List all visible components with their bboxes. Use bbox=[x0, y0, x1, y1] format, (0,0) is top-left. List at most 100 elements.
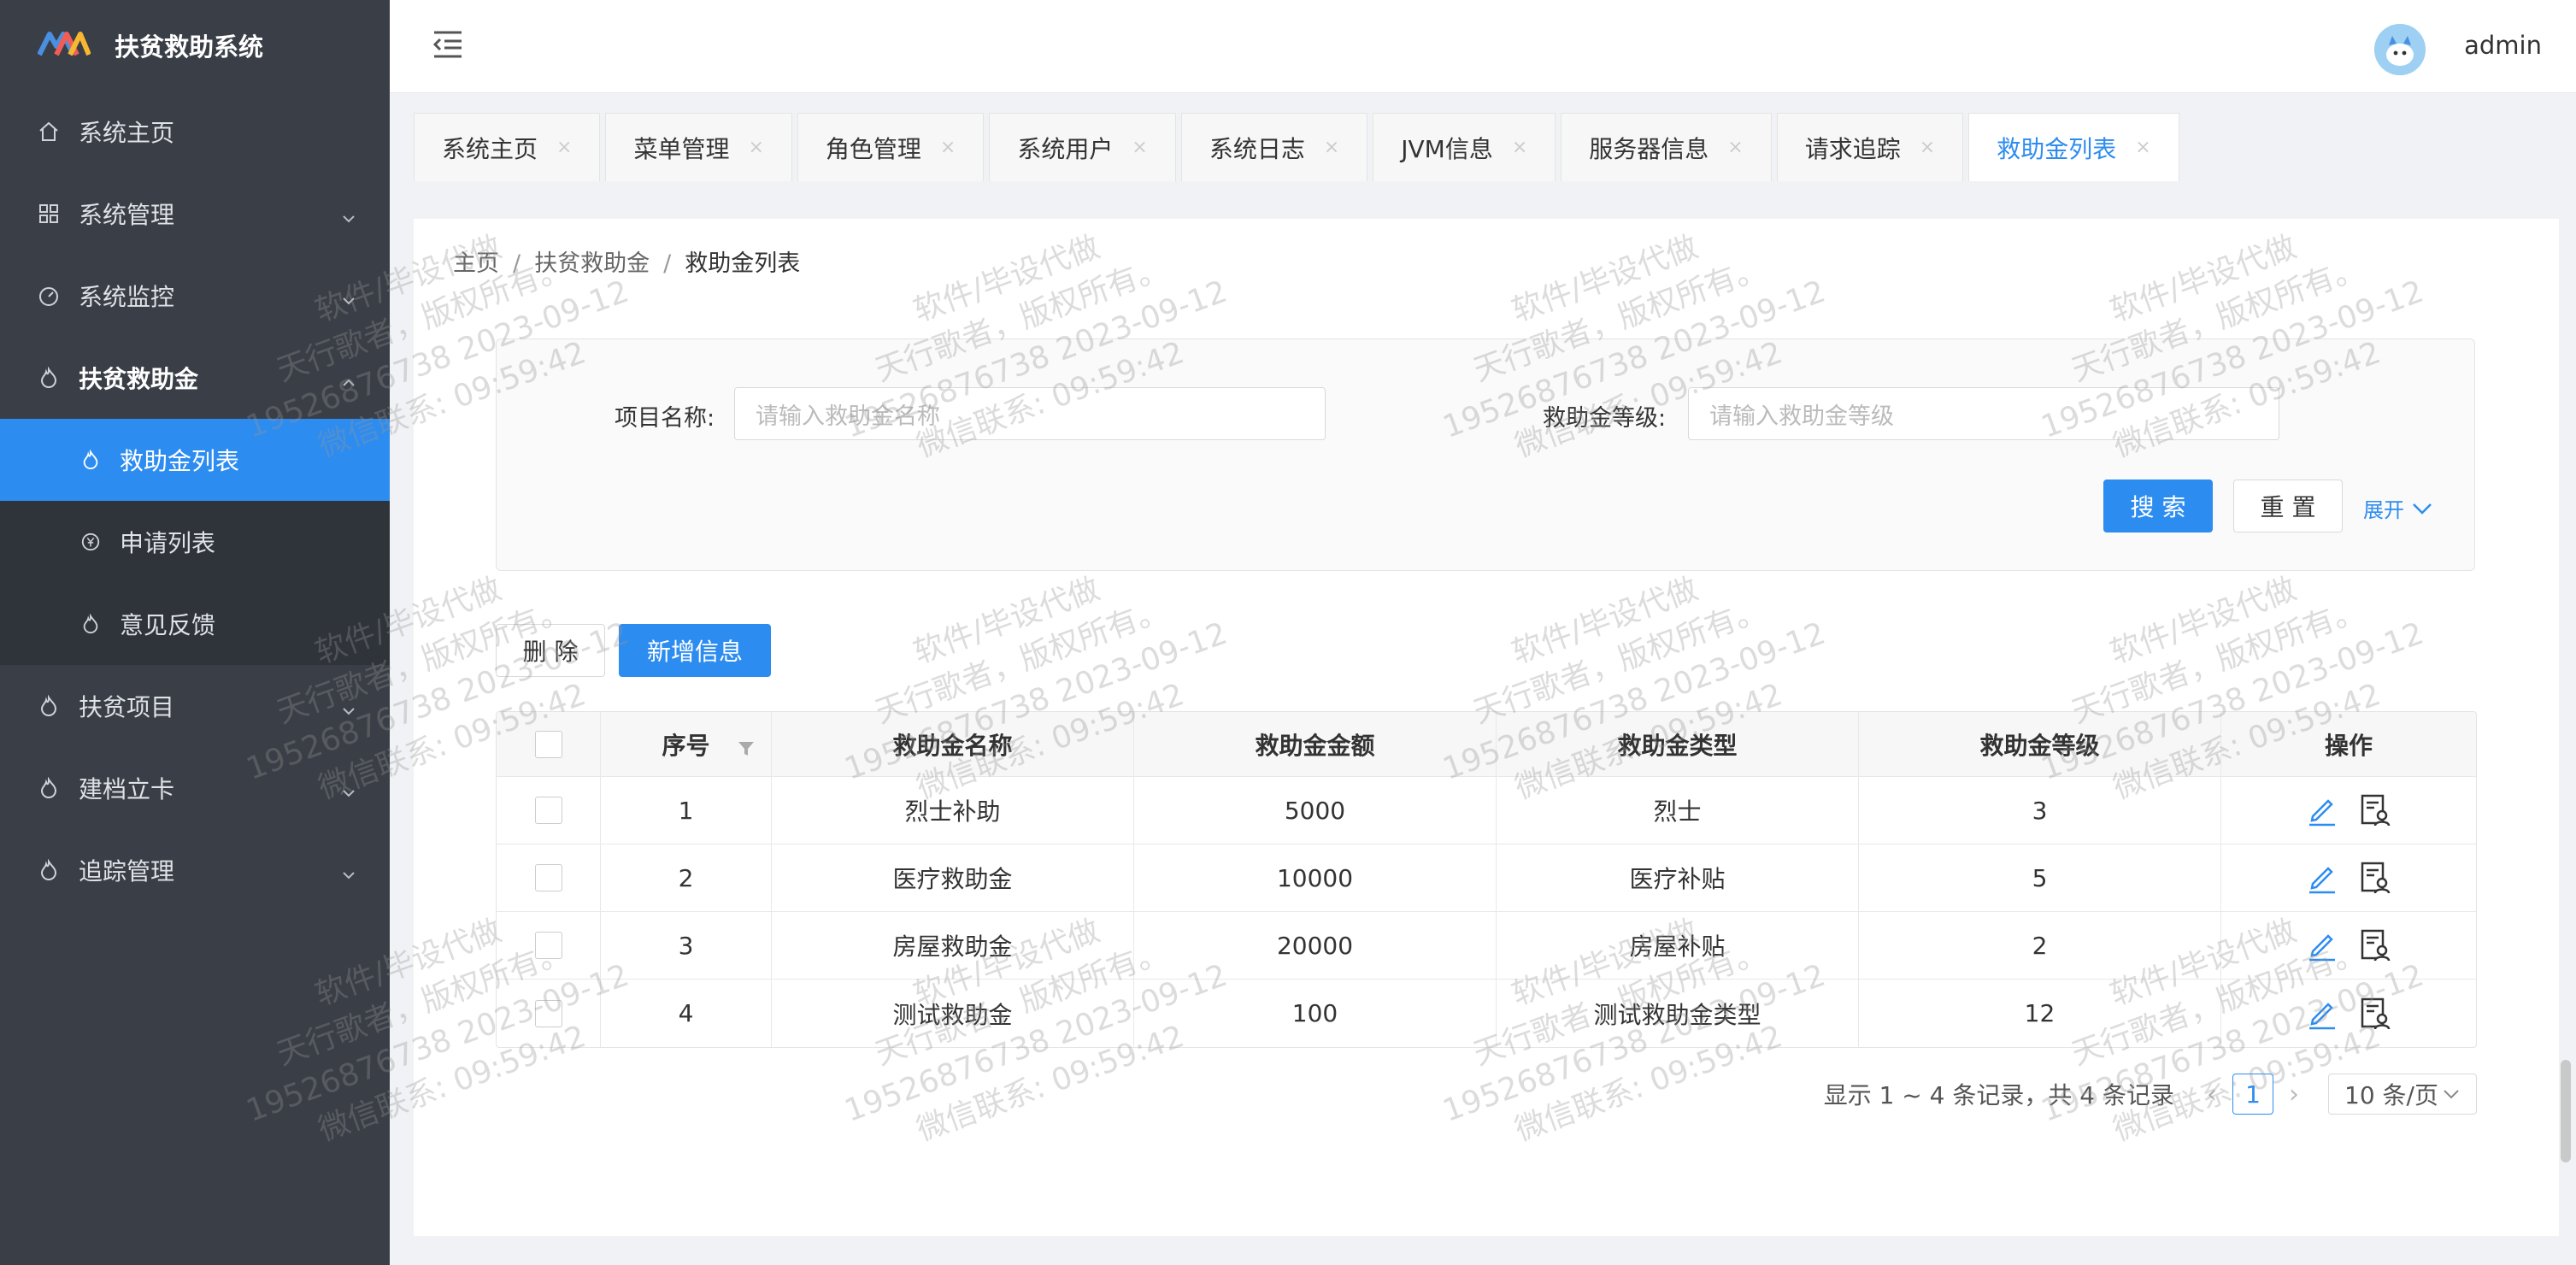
sidebar-item-feedback[interactable]: 意见反馈 bbox=[0, 583, 390, 665]
breadcrumb-separator: / bbox=[663, 250, 672, 277]
sidebar-item-label: 意见反馈 bbox=[120, 611, 216, 639]
sidebar-item-poverty-projects[interactable]: 扶贫项目 bbox=[0, 665, 390, 747]
sidebar-item-fund-list[interactable]: 救助金列表 bbox=[0, 419, 390, 501]
tab-server-info[interactable]: 服务器信息 × bbox=[1561, 113, 1772, 181]
edit-icon[interactable] bbox=[2304, 927, 2340, 963]
row-checkbox[interactable] bbox=[534, 797, 562, 824]
close-icon[interactable]: × bbox=[940, 137, 956, 158]
detail-icon[interactable] bbox=[2357, 792, 2393, 828]
flame-icon bbox=[36, 693, 62, 719]
sidebar-item-system-management[interactable]: 系统管理 bbox=[0, 173, 390, 255]
page-scrollbar[interactable] bbox=[2561, 1060, 2571, 1162]
avatar[interactable] bbox=[2374, 24, 2426, 75]
sidebar-item-application-list[interactable]: 申请列表 bbox=[0, 501, 390, 583]
brand[interactable]: 扶贫救助系统 bbox=[0, 0, 390, 91]
edit-icon[interactable] bbox=[2304, 860, 2340, 896]
next-page-icon[interactable]: › bbox=[2279, 1080, 2309, 1109]
tab-home[interactable]: 系统主页 × bbox=[414, 113, 601, 181]
tab-jvm-info[interactable]: JVM信息 × bbox=[1373, 113, 1556, 181]
reset-button[interactable]: 重 置 bbox=[2233, 480, 2343, 532]
add-button[interactable]: 新增信息 bbox=[619, 624, 771, 677]
sidebar-item-label: 扶贫项目 bbox=[79, 693, 175, 721]
cell-index: 1 bbox=[601, 777, 772, 844]
cell-actions bbox=[2221, 912, 2476, 979]
search-button[interactable]: 搜 索 bbox=[2103, 480, 2213, 532]
home-icon bbox=[36, 119, 62, 144]
sidebar-item-system-monitor[interactable]: 系统监控 bbox=[0, 255, 390, 337]
filter-icon[interactable] bbox=[737, 736, 756, 756]
breadcrumb-parent[interactable]: 扶贫救助金 bbox=[534, 250, 650, 277]
tab-role-management[interactable]: 角色管理 × bbox=[797, 113, 985, 181]
header-name: 救助金名称 bbox=[772, 712, 1134, 776]
edit-icon[interactable] bbox=[2304, 792, 2340, 828]
cell-type: 测试救助金类型 bbox=[1497, 980, 1859, 1047]
cell-amount: 5000 bbox=[1134, 777, 1497, 844]
cell-level: 12 bbox=[1859, 980, 2221, 1047]
row-checkbox[interactable] bbox=[534, 864, 562, 891]
tab-fund-list[interactable]: 救助金列表 × bbox=[1968, 113, 2179, 181]
level-search-input[interactable]: 请输入救助金等级 bbox=[1688, 387, 2279, 440]
tab-bar: 系统主页 × 菜单管理 × 角色管理 × 系统用户 × 系统日志 × JVM信息 × 服务器… bbox=[414, 113, 2185, 181]
menu-fold-icon[interactable] bbox=[431, 27, 465, 62]
breadcrumb: 主页 / 扶贫救助金 / 救助金列表 bbox=[453, 244, 800, 278]
tab-request-trace[interactable]: 请求追踪 × bbox=[1776, 113, 1964, 181]
close-icon[interactable]: × bbox=[556, 137, 572, 158]
user-name[interactable]: admin bbox=[2464, 31, 2542, 60]
close-icon[interactable]: × bbox=[1512, 137, 1527, 158]
tab-label: 系统主页 bbox=[442, 134, 538, 163]
tab-label: 菜单管理 bbox=[633, 134, 730, 163]
close-icon[interactable]: × bbox=[1324, 137, 1339, 158]
delete-button[interactable]: 删 除 bbox=[496, 624, 605, 677]
table-row: 1 烈士补助 5000 烈士 3 bbox=[497, 777, 2476, 844]
header-index[interactable]: 序号 bbox=[601, 712, 772, 776]
tab-label: 请求追踪 bbox=[1804, 134, 1901, 163]
chevron-down-icon bbox=[340, 780, 357, 797]
chevron-down-icon bbox=[2411, 500, 2433, 517]
row-select-cell bbox=[497, 844, 601, 911]
cell-level: 5 bbox=[1859, 844, 2221, 911]
cell-amount: 10000 bbox=[1134, 844, 1497, 911]
page-size-label: 10 条/页 bbox=[2344, 1081, 2438, 1109]
breadcrumb-current: 救助金列表 bbox=[685, 250, 801, 277]
tab-system-users[interactable]: 系统用户 × bbox=[989, 113, 1176, 181]
close-icon[interactable]: × bbox=[748, 137, 763, 158]
header-label: 救助金名称 bbox=[892, 731, 1013, 760]
close-icon[interactable]: × bbox=[1920, 137, 1935, 158]
tab-menu-management[interactable]: 菜单管理 × bbox=[605, 113, 792, 181]
tab-label: 系统用户 bbox=[1017, 134, 1114, 163]
top-header: admin bbox=[390, 0, 2576, 93]
tab-label: 救助金列表 bbox=[1997, 134, 2117, 163]
page-number-current[interactable]: 1 bbox=[2232, 1074, 2273, 1115]
sidebar-item-registration[interactable]: 建档立卡 bbox=[0, 747, 390, 829]
flame-icon bbox=[79, 612, 103, 636]
close-icon[interactable]: × bbox=[2135, 137, 2150, 158]
header-label: 序号 bbox=[662, 731, 710, 760]
expand-toggle[interactable]: 展开 bbox=[2363, 493, 2433, 523]
prev-page-icon[interactable]: ‹ bbox=[2197, 1080, 2227, 1109]
close-icon[interactable]: × bbox=[1132, 137, 1147, 158]
detail-icon[interactable] bbox=[2357, 927, 2393, 963]
cell-level: 2 bbox=[1859, 912, 2221, 979]
chevron-down-icon bbox=[2442, 1087, 2461, 1101]
page-size-select[interactable]: 10 条/页 bbox=[2328, 1074, 2477, 1115]
sidebar-item-poverty-fund[interactable]: 扶贫救助金 bbox=[0, 337, 390, 419]
name-search-input[interactable]: 请输入救助金名称 bbox=[734, 387, 1326, 440]
row-checkbox[interactable] bbox=[534, 999, 562, 1027]
row-checkbox[interactable] bbox=[534, 932, 562, 959]
detail-icon[interactable] bbox=[2357, 996, 2393, 1032]
cell-amount: 100 bbox=[1134, 980, 1497, 1047]
expand-label: 展开 bbox=[2363, 498, 2404, 522]
edit-icon[interactable] bbox=[2304, 996, 2340, 1032]
detail-icon[interactable] bbox=[2357, 860, 2393, 896]
header-label: 救助金金额 bbox=[1255, 731, 1375, 760]
sidebar-item-home[interactable]: 系统主页 bbox=[0, 91, 390, 173]
tab-system-log[interactable]: 系统日志 × bbox=[1180, 113, 1368, 181]
select-all-checkbox[interactable] bbox=[534, 730, 562, 758]
row-select-cell bbox=[497, 912, 601, 979]
row-select-cell bbox=[497, 980, 601, 1047]
breadcrumb-home[interactable]: 主页 bbox=[453, 250, 499, 277]
header-actions: 操作 bbox=[2221, 712, 2476, 776]
close-icon[interactable]: × bbox=[1727, 137, 1743, 158]
cell-name: 医疗救助金 bbox=[772, 844, 1134, 911]
sidebar-item-tracking[interactable]: 追踪管理 bbox=[0, 829, 390, 911]
